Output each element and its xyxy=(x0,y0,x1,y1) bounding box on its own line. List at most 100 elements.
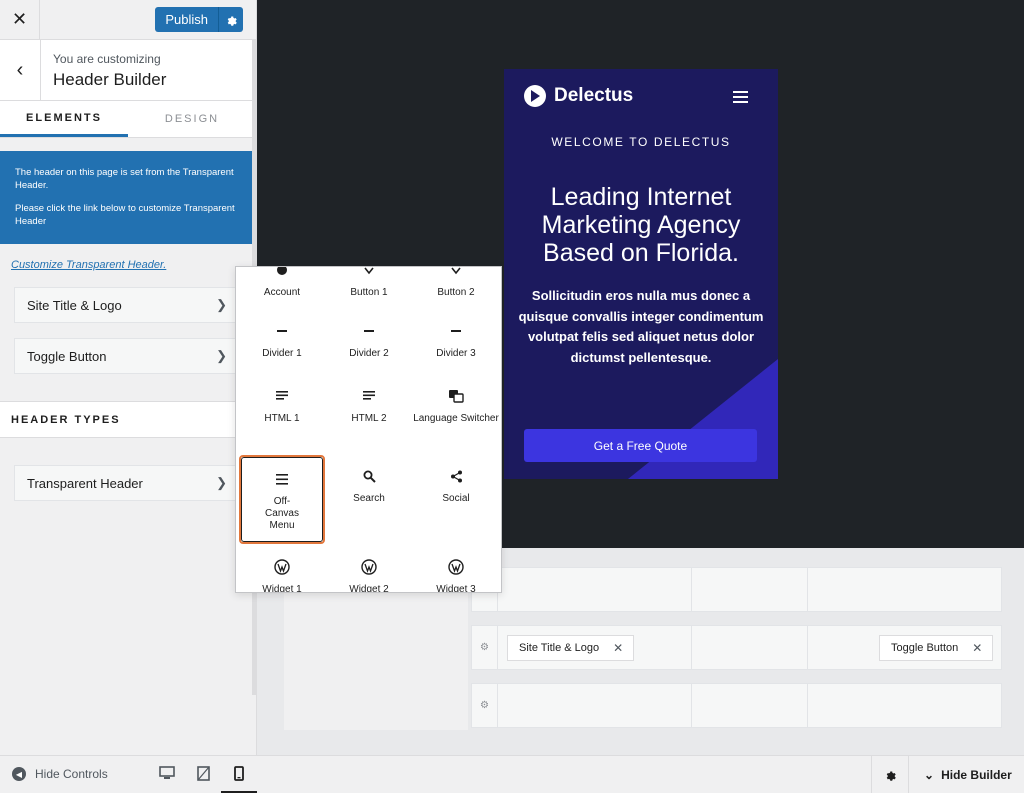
element-label: Search xyxy=(353,493,385,504)
notice-line-2: Please click the link below to customize… xyxy=(15,203,235,227)
publish-button[interactable]: Publish xyxy=(155,7,218,32)
hide-builder-label: Hide Builder xyxy=(941,768,1012,782)
notice-line-1: The header on this page is set from the … xyxy=(15,167,234,191)
publish-settings-button[interactable] xyxy=(218,7,243,32)
element-html-2[interactable]: HTML 2 xyxy=(326,385,412,425)
transparent-header-notice: The header on this page is set from the … xyxy=(0,151,252,244)
chip-label: Site Title & Logo xyxy=(519,642,600,654)
chevron-left-icon: ‹ xyxy=(16,58,24,81)
sidebar-tabs: ELEMENTS DESIGN xyxy=(0,101,256,138)
site-logo[interactable]: Delectus xyxy=(524,85,633,107)
account-icon xyxy=(239,267,325,281)
hero-headline: Leading Internet Marketing Agency Based … xyxy=(541,183,741,267)
gear-icon[interactable]: ⚙ xyxy=(472,626,498,669)
element-label: Widget 3 xyxy=(436,584,476,593)
sidebar-item-label: Site Title & Logo xyxy=(27,297,122,313)
wordpress-icon xyxy=(413,556,499,578)
row-divider xyxy=(807,568,808,611)
add-element-popup: Account Button 1 Button 2 Divider 1 Divi… xyxy=(235,266,502,593)
mobile-preview-icon[interactable] xyxy=(230,764,248,782)
sidebar-item-transparent-header[interactable]: Transparent Header ❯ xyxy=(14,465,238,501)
close-icon[interactable]: ✕ xyxy=(613,641,623,655)
hide-controls-button[interactable]: ◀ Hide Controls xyxy=(12,767,108,781)
hamburger-menu-icon[interactable] xyxy=(733,91,748,106)
gear-icon[interactable]: ⚙ xyxy=(472,684,498,727)
tablet-preview-icon[interactable] xyxy=(194,764,212,782)
wordpress-icon xyxy=(239,556,325,578)
element-label: Button 1 xyxy=(350,287,388,298)
tab-elements[interactable]: ELEMENTS xyxy=(0,101,128,137)
html-icon xyxy=(326,385,412,407)
element-button-2[interactable]: Button 2 xyxy=(413,267,499,299)
element-label: Widget 2 xyxy=(349,584,389,593)
logo-icon xyxy=(524,85,546,107)
publish-group: Publish xyxy=(155,7,243,32)
element-divider-3[interactable]: Divider 3 xyxy=(413,320,499,360)
desktop-preview-icon[interactable] xyxy=(158,764,176,782)
html-icon xyxy=(239,385,325,407)
element-widget-2[interactable]: Widget 2 xyxy=(326,556,412,593)
cta-button[interactable]: Get a Free Quote xyxy=(524,429,757,462)
divider-icon xyxy=(326,320,412,342)
chevron-right-icon: ❯ xyxy=(216,297,227,312)
menu-icon xyxy=(242,468,322,490)
hero-eyebrow: WELCOME TO DELECTUS xyxy=(551,135,731,149)
builder-row-top[interactable]: ⚙ xyxy=(471,567,1002,612)
chevron-right-icon: ❯ xyxy=(216,348,227,363)
collapse-left-icon: ◀ xyxy=(12,767,26,781)
builder-row-main[interactable]: ⚙ Site Title & Logo ✕ Toggle Button ✕ xyxy=(471,625,1002,670)
sidebar-item-toggle-button[interactable]: Toggle Button ❯ xyxy=(14,338,238,374)
customize-transparent-header-link[interactable]: Customize Transparent Header. xyxy=(11,259,166,271)
mobile-preview: Delectus WELCOME TO DELECTUS Leading Int… xyxy=(504,69,778,479)
close-icon[interactable]: ✕ xyxy=(0,0,40,40)
sidebar-topbar: ✕ Publish xyxy=(0,0,256,40)
element-widget-3[interactable]: Widget 3 xyxy=(413,556,499,593)
sidebar-item-site-title-logo[interactable]: Site Title & Logo ❯ xyxy=(14,287,238,323)
sidebar-item-label: Toggle Button xyxy=(27,348,107,364)
element-label: Off-Canvas Menu xyxy=(265,496,299,531)
close-icon[interactable]: ✕ xyxy=(972,641,982,655)
element-label: HTML 1 xyxy=(264,413,300,424)
divider-icon xyxy=(413,320,499,342)
chevron-down-icon: ⌄ xyxy=(924,768,935,782)
row-divider xyxy=(691,626,692,669)
bottom-bar: ◀ Hide Controls ⌄ Hide Builder xyxy=(0,755,1024,793)
element-label: Divider 3 xyxy=(436,348,476,359)
gear-icon xyxy=(886,771,896,781)
search-icon xyxy=(326,465,412,487)
logo-text: Delectus xyxy=(554,85,634,106)
row-divider xyxy=(691,684,692,727)
hide-builder-button[interactable]: ⌄ Hide Builder xyxy=(924,768,1012,782)
element-button-1[interactable]: Button 1 xyxy=(326,267,412,299)
builder-chip-toggle-button[interactable]: Toggle Button ✕ xyxy=(879,635,994,661)
element-off-canvas-menu-inner: Off-Canvas Menu xyxy=(241,457,323,542)
back-button[interactable]: ‹ xyxy=(0,40,41,100)
row-divider xyxy=(691,568,692,611)
builder-chip-site-title-logo[interactable]: Site Title & Logo ✕ xyxy=(507,635,635,661)
element-label: Divider 2 xyxy=(349,348,389,359)
element-html-1[interactable]: HTML 1 xyxy=(239,385,325,425)
divider-icon xyxy=(239,320,325,342)
hide-controls-label: Hide Controls xyxy=(35,767,108,781)
element-language-switcher[interactable]: Language Switcher xyxy=(413,385,499,425)
button-icon xyxy=(413,267,499,281)
element-social[interactable]: Social xyxy=(413,465,499,505)
element-label: Social xyxy=(442,493,470,504)
customizing-header: ‹ You are customizing Header Builder xyxy=(0,40,256,101)
customizing-subtitle: You are customizing xyxy=(53,52,161,66)
element-divider-1[interactable]: Divider 1 xyxy=(239,320,325,360)
builder-row-bottom[interactable]: ⚙ xyxy=(471,683,1002,728)
builder-settings-button[interactable] xyxy=(871,756,909,793)
customizing-title: Header Builder xyxy=(53,70,167,89)
element-label: HTML 2 xyxy=(351,413,387,424)
button-icon xyxy=(326,267,412,281)
gear-icon xyxy=(227,16,237,26)
element-label: Divider 1 xyxy=(262,348,302,359)
element-search[interactable]: Search xyxy=(326,465,412,505)
element-off-canvas-menu[interactable]: Off-Canvas Menu xyxy=(239,455,325,544)
tab-design[interactable]: DESIGN xyxy=(128,101,256,137)
chevron-right-icon: ❯ xyxy=(216,475,227,490)
element-widget-1[interactable]: Widget 1 xyxy=(239,556,325,592)
element-account[interactable]: Account xyxy=(239,267,325,299)
element-divider-2[interactable]: Divider 2 xyxy=(326,320,412,360)
